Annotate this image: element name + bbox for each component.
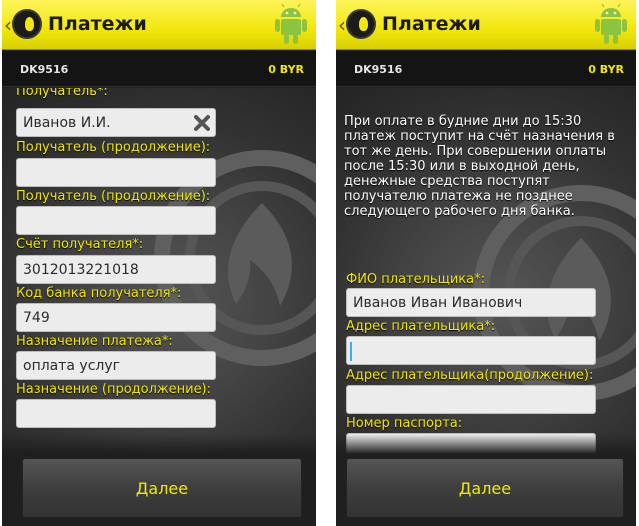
purpose-label: Назначение платежа*: — [16, 334, 173, 349]
balance: 0 BYR — [268, 63, 304, 76]
app-title: Платежи — [48, 13, 147, 35]
recipient-cont-field-1[interactable] — [16, 158, 216, 187]
android-icon — [275, 4, 307, 44]
payment-notice: При оплате в будние дни до 15:30 платеж … — [344, 114, 615, 219]
app-logo-icon[interactable] — [346, 9, 376, 39]
recipient-cont-label-2: Получатель (продолжение): — [16, 189, 211, 204]
app-bar: ‹ Платежи — [2, 0, 316, 50]
payment-form[interactable]: Получатель*: Иванов И.И. Получатель (про… — [2, 88, 316, 454]
payer-address-cont-field[interactable] — [346, 385, 596, 414]
payer-address-label: Адрес плательщика*: — [346, 319, 496, 334]
purpose-field[interactable]: оплата услуг — [16, 351, 216, 380]
account-code: DK9516 — [354, 63, 403, 76]
next-button[interactable]: Далее — [22, 458, 302, 518]
app-bar: ‹ Платежи — [336, 0, 636, 50]
clear-x-icon[interactable] — [193, 114, 211, 132]
recipient-cont-field-2[interactable] — [16, 206, 216, 235]
purpose-cont-field[interactable] — [16, 399, 216, 428]
passport-label: Номер паспорта: — [346, 416, 463, 431]
button-area: Далее — [2, 454, 316, 526]
text-cursor — [350, 342, 352, 361]
account-bar: DK9516 0 BYR — [336, 51, 636, 87]
balance: 0 BYR — [588, 63, 624, 76]
account-field[interactable]: 3012013221018 — [16, 255, 216, 284]
bank-code-value: 749 — [23, 310, 50, 326]
button-area: Далее — [336, 454, 636, 526]
purpose-cont-label: Назначение (продолжение): — [16, 382, 212, 397]
bank-code-field[interactable]: 749 — [16, 303, 216, 332]
app-title: Платежи — [382, 13, 481, 35]
account-code: DK9516 — [20, 63, 69, 76]
payer-name-value: Иванов Иван Иванович — [353, 295, 523, 311]
account-bar: DK9516 0 BYR — [2, 51, 316, 87]
payer-form[interactable]: При оплате в будние дни до 15:30 платеж … — [336, 88, 636, 454]
payer-address-field[interactable] — [346, 336, 596, 365]
recipient-value: Иванов И.И. — [23, 115, 111, 131]
next-button[interactable]: Далее — [346, 458, 624, 518]
android-icon — [595, 4, 627, 44]
right-screen: ‹ Платежи DK9516 0 BYR При оплате в будн… — [336, 0, 636, 526]
recipient-field[interactable]: Иванов И.И. — [16, 108, 216, 137]
account-value: 3012013221018 — [23, 262, 139, 278]
payer-name-label: ФИО плательщика*: — [346, 272, 485, 287]
payer-address-cont-label: Адрес плательщика(продолжение): — [346, 368, 594, 383]
account-label: Счёт получателя*: — [16, 237, 144, 252]
purpose-value: оплата услуг — [23, 358, 121, 374]
scroll-fade — [336, 434, 636, 454]
left-screen: ‹ Платежи DK9516 0 BYR Получатель*: Иван… — [2, 0, 316, 526]
bank-code-label: Код банка получателя*: — [16, 286, 182, 301]
app-logo-icon[interactable] — [12, 9, 42, 39]
scroll-fade — [2, 434, 316, 454]
recipient-cont-label-1: Получатель (продолжение): — [16, 140, 211, 155]
recipient-label: Получатель*: — [16, 88, 108, 99]
payer-name-field[interactable]: Иванов Иван Иванович — [346, 288, 596, 317]
